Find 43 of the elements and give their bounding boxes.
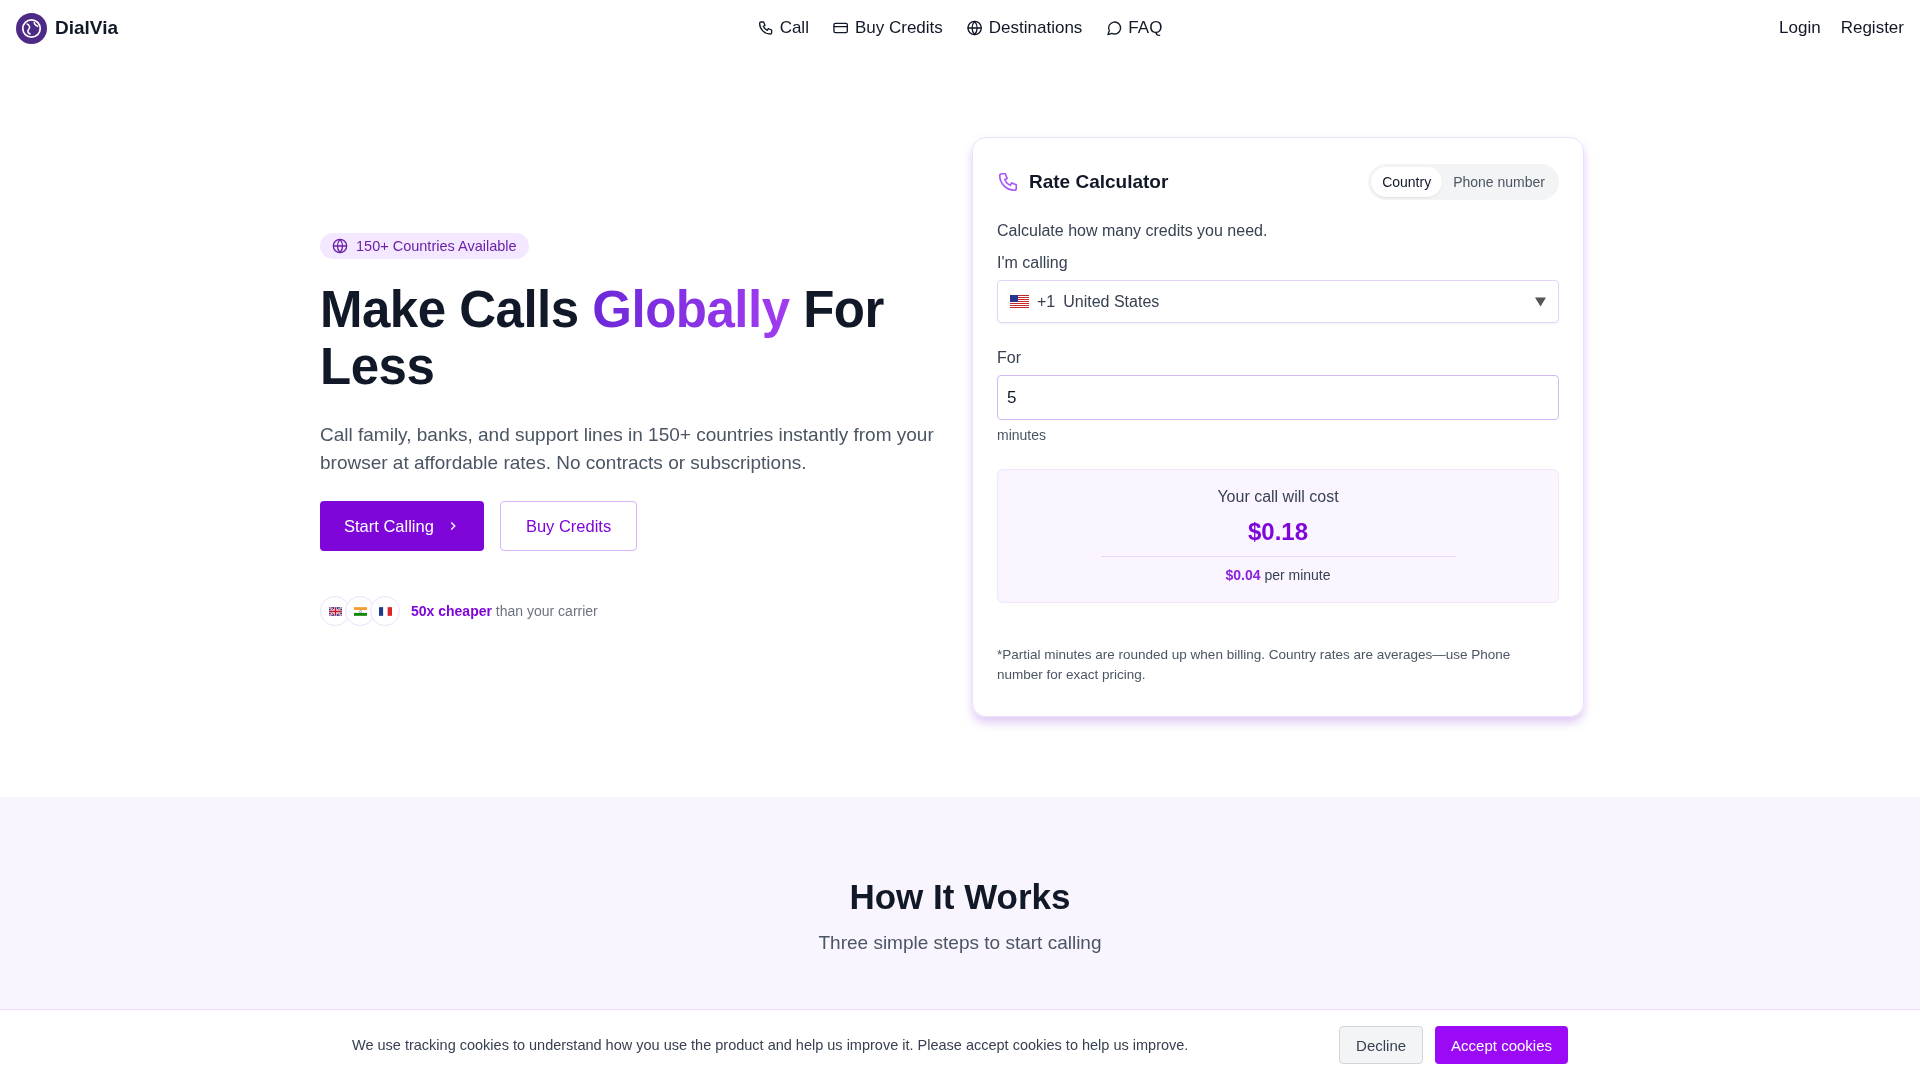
auth-link[interactable]: Login <box>1779 18 1821 38</box>
brand-name[interactable]: DialVia <box>55 17 119 39</box>
footnote: *Partial minutes are rounded up when billing. Country rates are averages—use Phone number for exact pricing. <box>997 646 1512 684</box>
start-calling-button[interactable]: Start Calling <box>320 501 484 551</box>
savings-text: 50x cheaper than your carrier <box>411 603 598 619</box>
chat-bubble-icon <box>1106 20 1123 36</box>
hero-description: Call family, banks, and support lines in 150+ countries instantly from your browser at affordable rates. No contracts or subscriptions. <box>320 423 935 475</box>
globe-icon <box>332 238 348 254</box>
field-label: For <box>997 349 1022 367</box>
calculator-intro: Calculate how many credits you need. <box>997 222 1269 240</box>
nav-link[interactable]: Destinations <box>966 18 1083 38</box>
minutes-hint: minutes <box>997 427 1048 443</box>
country-select[interactable]: +1 United States <box>997 280 1559 323</box>
calculator-title: Rate Calculator <box>1029 171 1169 193</box>
cost-label: Your call will cost <box>1217 488 1339 506</box>
accept-cookies-button[interactable]: Accept cookies <box>1435 1026 1568 1064</box>
globe-logo-icon <box>16 12 47 44</box>
auth-link[interactable]: Register <box>1840 18 1904 38</box>
hero-headline: Make Calls Globally For Less <box>320 281 885 395</box>
nav-link[interactable]: Call <box>757 18 809 38</box>
phone-icon <box>757 20 774 36</box>
cost-value: $0.18 <box>1247 518 1309 546</box>
section-title: How It Works <box>848 877 1072 917</box>
uk-flag-icon <box>328 606 342 616</box>
us-flag-icon <box>1010 295 1029 308</box>
france-flag-icon <box>378 606 392 616</box>
decline-button[interactable]: Decline <box>1339 1026 1424 1064</box>
buy-credits-button[interactable]: Buy Credits <box>499 501 638 551</box>
countries-badge: 150+ Countries Available <box>320 233 529 259</box>
dropdown-caret-icon <box>1535 296 1546 307</box>
credit-card-icon <box>832 20 849 36</box>
globe-icon <box>966 20 983 36</box>
cookie-message: We use tracking cookies to understand how you use the product and help us improve it. Please accept cookies to help us improve. <box>352 1037 1189 1053</box>
section-subtitle: Three simple steps to start calling <box>817 932 1103 954</box>
nav-link[interactable]: FAQ <box>1106 18 1163 38</box>
phone-icon <box>997 171 1019 193</box>
field-label: I'm calling <box>997 254 1069 272</box>
per-minute-rate: $0.04 per minute <box>1225 567 1331 583</box>
india-flag-icon <box>353 606 367 616</box>
mode-tab[interactable]: Phone number <box>1442 167 1556 197</box>
minutes-input[interactable]: 5 <box>997 375 1559 420</box>
nav-link[interactable]: Buy Credits <box>832 18 943 38</box>
mode-tab[interactable]: Country <box>1371 167 1443 197</box>
